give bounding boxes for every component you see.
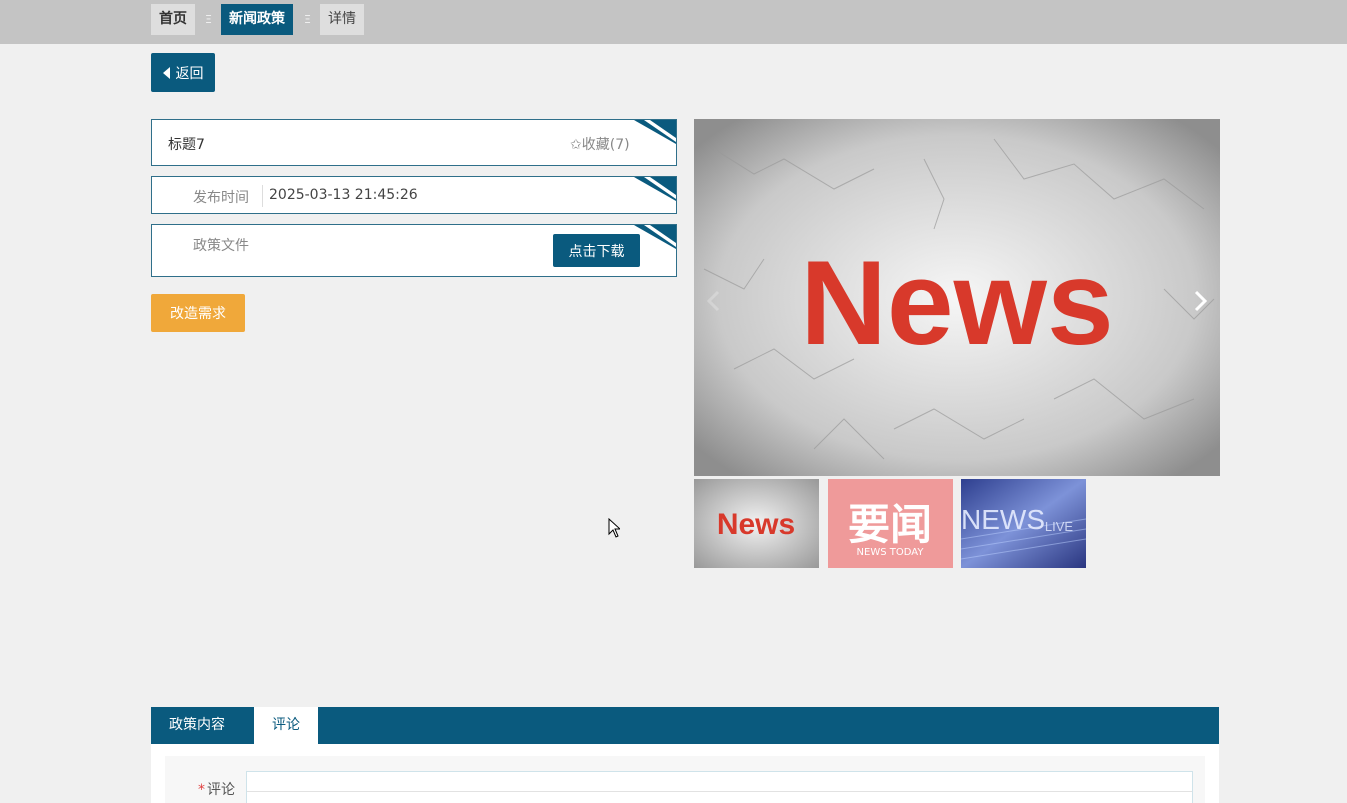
- divider: [262, 185, 263, 207]
- thumbnail-news-live[interactable]: NEWS LIVE: [961, 479, 1086, 568]
- yaowen-thumbnail-icon: 要闻 NEWS TODAY: [828, 479, 953, 568]
- news-live-thumbnail-icon: NEWS LIVE: [961, 479, 1086, 568]
- carousel-next-icon[interactable]: [1189, 286, 1211, 316]
- top-breadcrumb-bar: 首页 Ξ 新闻政策 Ξ 详情: [0, 0, 1347, 44]
- content-tab-bar: 政策内容 评论: [151, 707, 1219, 744]
- publish-time-box: 发布时间 2025-03-13 21:45:26: [151, 176, 677, 214]
- comment-editor[interactable]: [246, 771, 1193, 803]
- title-box: 标题7 ✩收藏(7): [151, 119, 677, 166]
- mouse-cursor-icon: [608, 518, 620, 538]
- back-button[interactable]: 返回: [151, 53, 215, 92]
- svg-text:News: News: [717, 508, 795, 541]
- news-image: News: [694, 119, 1220, 476]
- svg-text:LIVE: LIVE: [1045, 519, 1074, 534]
- required-mark: *: [198, 782, 205, 798]
- breadcrumb-separator: Ξ: [304, 13, 311, 26]
- detail-title: 标题7: [168, 137, 205, 153]
- breadcrumb-separator: Ξ: [205, 13, 212, 26]
- policy-file-box: 政策文件 点击下载: [151, 224, 677, 277]
- svg-text:NEWS TODAY: NEWS TODAY: [857, 547, 925, 558]
- publish-time-value: 2025-03-13 21:45:26: [269, 187, 418, 203]
- back-button-label: 返回: [175, 65, 204, 82]
- policy-file-label: 政策文件: [193, 238, 249, 254]
- svg-text:要闻: 要闻: [848, 500, 932, 549]
- breadcrumb-home[interactable]: 首页: [151, 4, 195, 35]
- comment-label-text: 评论: [207, 782, 235, 798]
- publish-time-label: 发布时间: [193, 190, 249, 206]
- corner-ribbon-icon: [634, 225, 676, 249]
- carousel-main-image[interactable]: News: [694, 119, 1220, 476]
- breadcrumb-detail: 详情: [320, 4, 364, 35]
- svg-text:NEWS: NEWS: [961, 504, 1045, 535]
- favorite-button[interactable]: ✩收藏(7): [570, 134, 630, 154]
- main-image-text: News: [800, 236, 1113, 370]
- breadcrumb-news-policy[interactable]: 新闻政策: [221, 4, 293, 35]
- tab-policy-content[interactable]: 政策内容: [151, 707, 243, 744]
- modify-request-button[interactable]: 改造需求: [151, 294, 245, 332]
- news-thumbnail-icon: News: [694, 479, 819, 568]
- editor-toolbar[interactable]: [247, 791, 1192, 792]
- carousel-prev-icon[interactable]: [703, 286, 725, 316]
- download-button[interactable]: 点击下载: [553, 234, 640, 267]
- tab-comment[interactable]: 评论: [254, 707, 318, 744]
- back-arrow-icon: [162, 66, 170, 79]
- comment-label: * 评论: [198, 779, 235, 799]
- corner-ribbon-icon: [634, 120, 676, 144]
- thumbnail-yaowen[interactable]: 要闻 NEWS TODAY: [828, 479, 953, 568]
- thumbnail-news[interactable]: News: [694, 479, 819, 568]
- corner-ribbon-icon: [634, 177, 676, 201]
- comment-panel: * 评论: [151, 744, 1219, 803]
